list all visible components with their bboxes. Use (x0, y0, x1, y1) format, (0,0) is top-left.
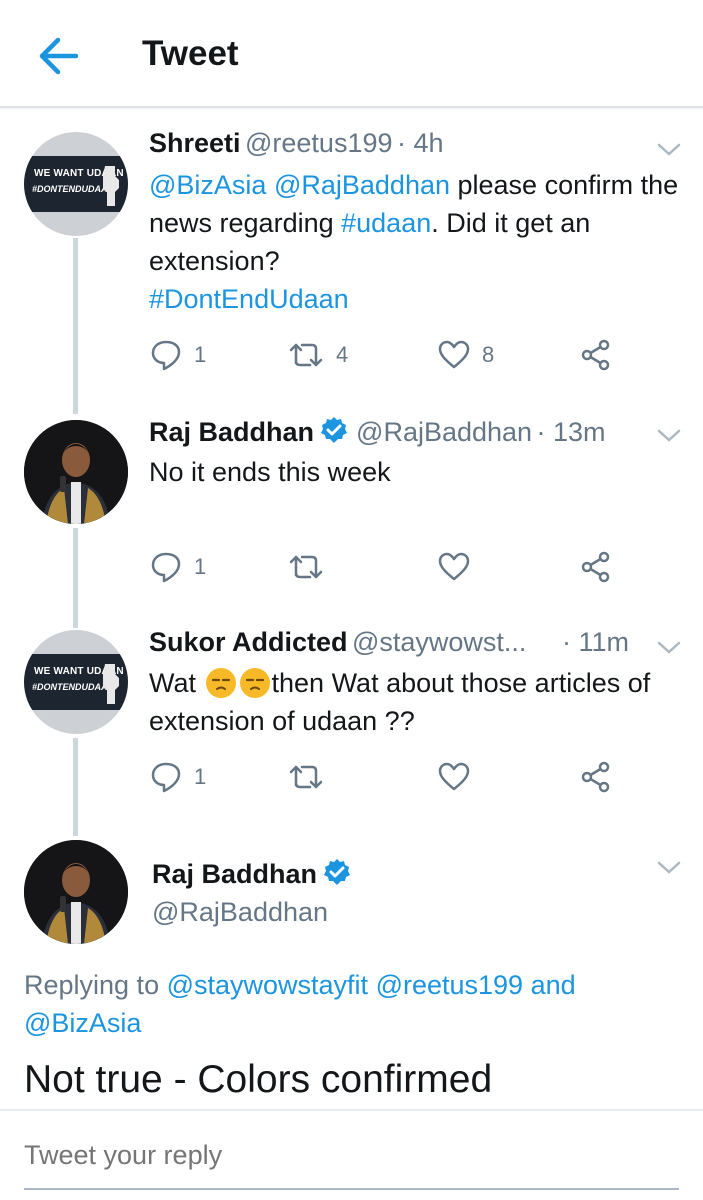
reply-count: 1 (194, 342, 207, 367)
retweet-button[interactable] (288, 550, 324, 584)
fist-icon (103, 166, 119, 206)
mention-link[interactable]: @BizAsia (149, 170, 266, 200)
display-name[interactable]: Sukor Addicted (149, 627, 348, 657)
page-title: Tweet (142, 34, 239, 73)
timestamp: · 13m (536, 417, 606, 447)
share-icon (581, 761, 610, 793)
verified-badge-icon (320, 416, 348, 444)
unamused-face-icon (239, 668, 270, 698)
tweet-header: Shreeti @reetus199 · 4h (149, 128, 443, 159)
tweet-text: No it ends this week (149, 457, 391, 487)
thread-line (73, 738, 78, 836)
tweet-text: @BizAsia @RajBaddhan please confirm the … (149, 166, 689, 280)
avatar[interactable]: WE WANT UDAAN #DONTENDUDAAN (24, 132, 128, 236)
reply-button[interactable]: 1 (150, 550, 206, 584)
fist-icon (103, 664, 119, 704)
chevron-down-icon[interactable] (656, 428, 682, 444)
reply-icon (151, 762, 181, 793)
display-name[interactable]: Shreeti (149, 128, 241, 158)
mention-link[interactable]: @BizAsia (24, 1008, 141, 1038)
person-photo (24, 420, 128, 524)
reply-underline (24, 1188, 679, 1190)
handle[interactable]: @RajBaddhan (152, 897, 328, 928)
like-button[interactable] (438, 550, 470, 584)
reply-button[interactable]: 1 (150, 760, 206, 794)
mention-link[interactable]: #udaan (341, 208, 431, 238)
retweet-button[interactable] (288, 760, 324, 794)
reply-icon (151, 340, 181, 371)
tweet-header: Sukor Addicted @staywowst... (149, 627, 569, 658)
unamused-face-icon (205, 668, 236, 698)
reply-count: 1 (194, 764, 207, 789)
verified-badge-icon (323, 858, 351, 886)
handle[interactable]: @RajBaddhan (356, 417, 532, 447)
chevron-down-icon[interactable] (656, 860, 682, 876)
like-button[interactable]: 8 (438, 338, 494, 372)
mention-link[interactable]: @reetus199 (376, 970, 524, 1000)
like-count: 8 (482, 342, 495, 367)
tweet-header: Raj Baddhan @RajBaddhan · 13m (149, 416, 606, 448)
hashtag-link[interactable]: #DontEndUdaan (149, 280, 349, 318)
replying-to: Replying to @staywowstayfit @reetus199 a… (24, 966, 664, 1042)
tweet-text-part (266, 170, 274, 200)
share-icon (581, 551, 610, 583)
chevron-down-icon[interactable] (656, 142, 682, 158)
arrow-left-icon[interactable] (36, 36, 80, 76)
main-tweet-header: Raj Baddhan (152, 858, 359, 890)
heart-icon (438, 340, 470, 369)
avatar[interactable]: WE WANT UDAAN #DONTENDUDAAN (24, 630, 128, 734)
reply-icon (151, 552, 181, 583)
share-button[interactable] (580, 338, 612, 372)
retweet-icon (289, 555, 323, 579)
display-name[interactable]: Raj Baddhan (149, 417, 314, 447)
tweet-text-part: Wat (149, 668, 204, 698)
heart-icon (438, 762, 470, 791)
person-photo (24, 840, 128, 944)
handle[interactable]: @staywowst... (352, 627, 526, 657)
retweet-icon (289, 765, 323, 789)
reply-button[interactable]: 1 (150, 338, 206, 372)
mention-link[interactable]: @RajBaddhan (274, 170, 450, 200)
timestamp: · 11m (562, 627, 630, 657)
handle[interactable]: @reetus199 (245, 128, 393, 158)
replying-and: and (523, 970, 576, 1000)
reply-input[interactable] (24, 1140, 674, 1171)
tweet-text: Wat then Wat about those articles of ext… (149, 664, 689, 740)
chevron-down-icon[interactable] (656, 640, 682, 656)
avatar[interactable] (24, 840, 128, 944)
like-button[interactable] (438, 760, 470, 794)
mention-link[interactable]: @staywowstayfit (167, 970, 368, 1000)
avatar[interactable] (24, 420, 128, 524)
thread-line (73, 238, 78, 414)
share-button[interactable] (580, 760, 612, 794)
timestamp: · 4h (396, 128, 444, 158)
thread-line (73, 528, 78, 628)
retweet-count: 4 (336, 342, 349, 367)
main-tweet-text: Not true - Colors confirmed (24, 1058, 493, 1101)
display-name[interactable]: Raj Baddhan (152, 859, 317, 889)
heart-icon (438, 552, 470, 581)
retweet-button[interactable]: 4 (288, 338, 348, 372)
retweet-icon (289, 343, 323, 367)
app-header: Tweet (0, 0, 703, 108)
reply-count: 1 (194, 554, 207, 579)
share-icon (581, 339, 610, 371)
share-button[interactable] (580, 550, 612, 584)
divider (0, 1109, 703, 1111)
replying-label: Replying to (24, 970, 167, 1000)
